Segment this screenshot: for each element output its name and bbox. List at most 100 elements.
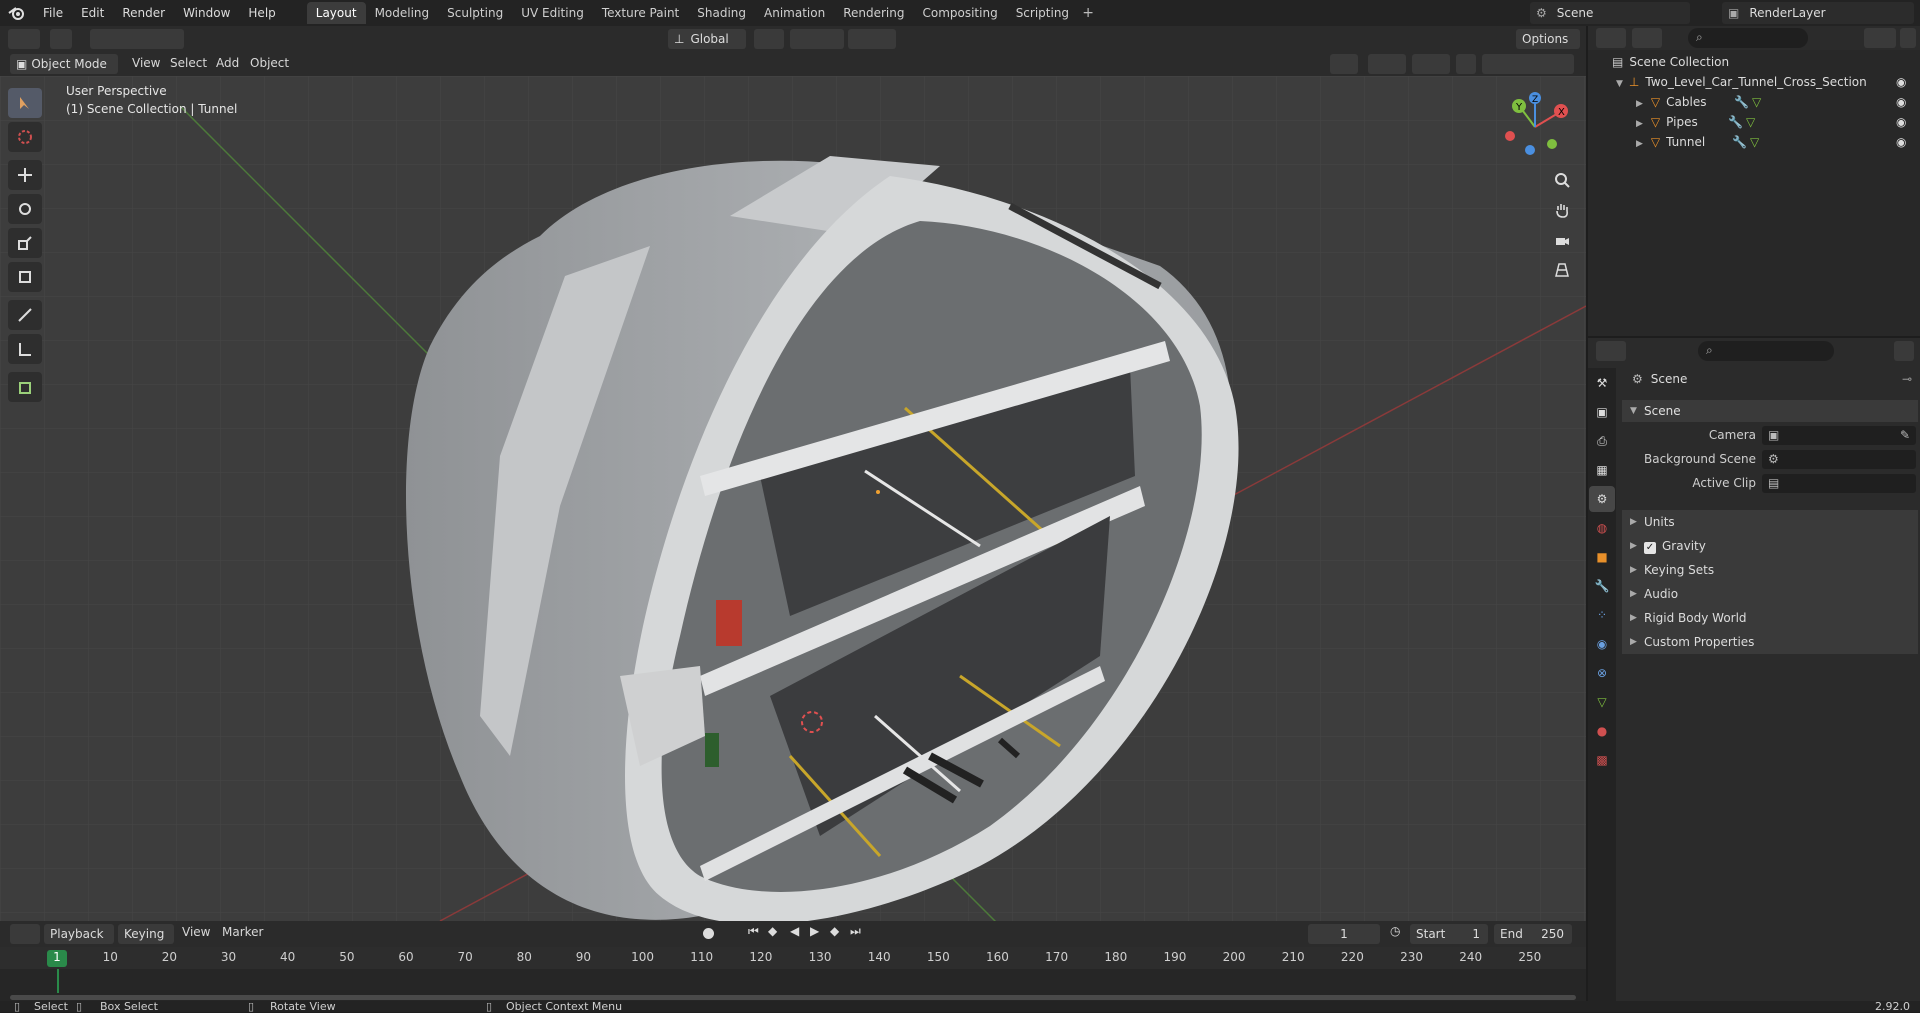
particles-icon[interactable]: ⁘ (1589, 602, 1615, 628)
record-icon[interactable] (703, 928, 714, 939)
menu-render[interactable]: Render (113, 0, 174, 26)
properties-search-input[interactable]: ⌕ (1698, 341, 1834, 361)
scene-properties-icon[interactable]: ⚙ (1589, 486, 1615, 512)
measure-icon[interactable] (8, 334, 42, 364)
tab-sculpting[interactable]: Sculpting (438, 2, 512, 24)
select-mode-buttons[interactable] (90, 29, 184, 49)
neg-y-handle[interactable] (1547, 139, 1557, 149)
rigid-body-world-panel[interactable]: ▶ Rigid Body World (1622, 606, 1918, 630)
display-mode-dropdown[interactable] (1632, 28, 1662, 48)
neg-z-handle[interactable] (1525, 145, 1535, 155)
new-collection-icon[interactable] (1900, 28, 1916, 48)
neg-x-handle[interactable] (1505, 131, 1515, 141)
keying-dropdown[interactable]: Keying (118, 924, 174, 944)
tab-modeling[interactable]: Modeling (366, 2, 439, 24)
units-panel[interactable]: ▶ Units (1622, 510, 1918, 534)
constraints-icon[interactable]: ⊗ (1589, 660, 1615, 686)
cursor-icon[interactable] (8, 122, 42, 152)
playback-dropdown[interactable]: Playback (44, 924, 114, 944)
chevron-right-icon[interactable]: ▶ (1636, 139, 1643, 149)
menu-help[interactable]: Help (239, 0, 284, 26)
tab-shading[interactable]: Shading (688, 2, 755, 24)
scene-selector[interactable]: ⚙ Scene (1530, 2, 1690, 24)
scene-panel-header[interactable]: ▼ Scene (1622, 400, 1918, 422)
physics-icon[interactable]: ◉ (1589, 631, 1615, 657)
tab-uv-editing[interactable]: UV Editing (512, 2, 593, 24)
tab-compositing[interactable]: Compositing (913, 2, 1006, 24)
custom-properties-panel[interactable]: ▶ Custom Properties (1622, 630, 1918, 654)
gizmo-toggle[interactable] (1368, 54, 1406, 74)
timeline-menu-view[interactable]: View (182, 925, 210, 939)
gravity-panel[interactable]: ▶ ✓ Gravity (1622, 534, 1918, 558)
material-icon[interactable]: ● (1589, 718, 1615, 744)
zoom-icon[interactable] (1550, 168, 1574, 192)
overlay-toggle[interactable] (1412, 54, 1450, 74)
outliner-row-cables[interactable]: ▶ ▽ Cables 🔧 ▽ ◉ (1588, 92, 1920, 112)
render-properties-icon[interactable]: ▣ (1589, 399, 1615, 425)
annotate-icon[interactable] (8, 300, 42, 330)
pin-icon[interactable]: ⊸ (1902, 372, 1912, 386)
object-data-icon[interactable]: ▽ (1589, 689, 1615, 715)
play-icon[interactable]: ▶ (810, 924, 819, 938)
prev-keyframe-icon[interactable]: ◆ (768, 924, 777, 938)
outliner-search-input[interactable]: ⌕ (1688, 28, 1808, 48)
menu-select[interactable]: Select (170, 56, 207, 70)
properties-options-dropdown[interactable] (1894, 341, 1914, 361)
timeline-scrollbar[interactable] (10, 995, 1576, 1000)
viewlayer-selector[interactable]: ▣ RenderLayer (1722, 2, 1914, 24)
eye-icon[interactable]: ◉ (1896, 132, 1906, 152)
editor-type-button[interactable] (8, 29, 40, 49)
audio-panel[interactable]: ▶ Audio (1622, 582, 1918, 606)
rotate-icon[interactable] (8, 194, 42, 224)
outliner-editor-type[interactable] (1596, 28, 1626, 48)
shading-mode-buttons[interactable] (1482, 54, 1574, 74)
menu-window[interactable]: Window (174, 0, 239, 26)
next-keyframe-icon[interactable]: ◆ (830, 924, 839, 938)
tab-scripting[interactable]: Scripting (1007, 2, 1078, 24)
timeline-track-area[interactable] (0, 969, 1586, 993)
object-properties-icon[interactable]: ■ (1589, 544, 1615, 570)
end-frame-field[interactable]: End 250 (1494, 924, 1572, 944)
jump-start-icon[interactable]: ⏮ (748, 924, 759, 939)
outliner-row-pipes[interactable]: ▶ ▽ Pipes 🔧 ▽ ◉ (1588, 112, 1920, 132)
output-properties-icon[interactable]: ⎙ (1589, 428, 1615, 454)
menu-file[interactable]: File (34, 0, 72, 26)
transform-icon[interactable] (8, 262, 42, 292)
eye-icon[interactable]: ◉ (1896, 92, 1906, 112)
menu-view[interactable]: View (132, 56, 160, 70)
camera-field[interactable]: ▣ ✎ (1762, 426, 1916, 445)
chevron-right-icon[interactable]: ▶ (1636, 99, 1643, 109)
camera-view-icon[interactable] (1550, 228, 1574, 252)
play-reverse-icon[interactable]: ◀ (790, 924, 799, 938)
preview-range-icon[interactable]: ◷ (1390, 924, 1400, 938)
start-frame-field[interactable]: Start 1 (1410, 924, 1488, 944)
chevron-down-icon[interactable]: ▼ (1616, 79, 1623, 89)
options-dropdown[interactable]: Options (1516, 29, 1580, 49)
timeline-editor-type[interactable] (10, 924, 40, 944)
view-layer-icon[interactable]: ▦ (1589, 457, 1615, 483)
select-box-icon[interactable] (8, 88, 42, 118)
xray-toggle[interactable] (1456, 54, 1476, 74)
proportional-edit-toggle[interactable] (848, 29, 896, 49)
eye-icon[interactable]: ◉ (1896, 72, 1906, 92)
orientation-dropdown[interactable]: ⊥ Global (668, 29, 746, 49)
add-cube-icon[interactable] (8, 372, 42, 402)
pivot-dropdown[interactable] (754, 29, 784, 49)
mode-dropdown[interactable]: ▣ Object Mode (10, 54, 118, 74)
gravity-checkbox[interactable]: ✓ (1644, 542, 1656, 554)
snap-toggle[interactable] (790, 29, 844, 49)
keying-sets-panel[interactable]: ▶ Keying Sets (1622, 558, 1918, 582)
background-scene-field[interactable]: ⚙ (1762, 450, 1916, 469)
tab-texture-paint[interactable]: Texture Paint (593, 2, 688, 24)
navigation-gizmo[interactable]: X Y Z (1500, 92, 1570, 162)
chevron-right-icon[interactable]: ▶ (1636, 119, 1643, 129)
tool-settings-icon[interactable]: ⚒ (1589, 370, 1615, 396)
visibility-dropdown[interactable] (1330, 54, 1358, 74)
3d-viewport[interactable]: User Perspective (1) Scene Collection | … (0, 76, 1586, 921)
outliner-row-scene-collection[interactable]: ▤ Scene Collection (1588, 52, 1920, 72)
jump-end-icon[interactable]: ⏭ (850, 924, 861, 939)
menu-add[interactable]: Add (216, 56, 239, 70)
perspective-toggle-icon[interactable] (1550, 258, 1574, 282)
add-workspace-button[interactable]: + (1078, 5, 1098, 21)
blender-logo-icon[interactable] (0, 0, 34, 26)
